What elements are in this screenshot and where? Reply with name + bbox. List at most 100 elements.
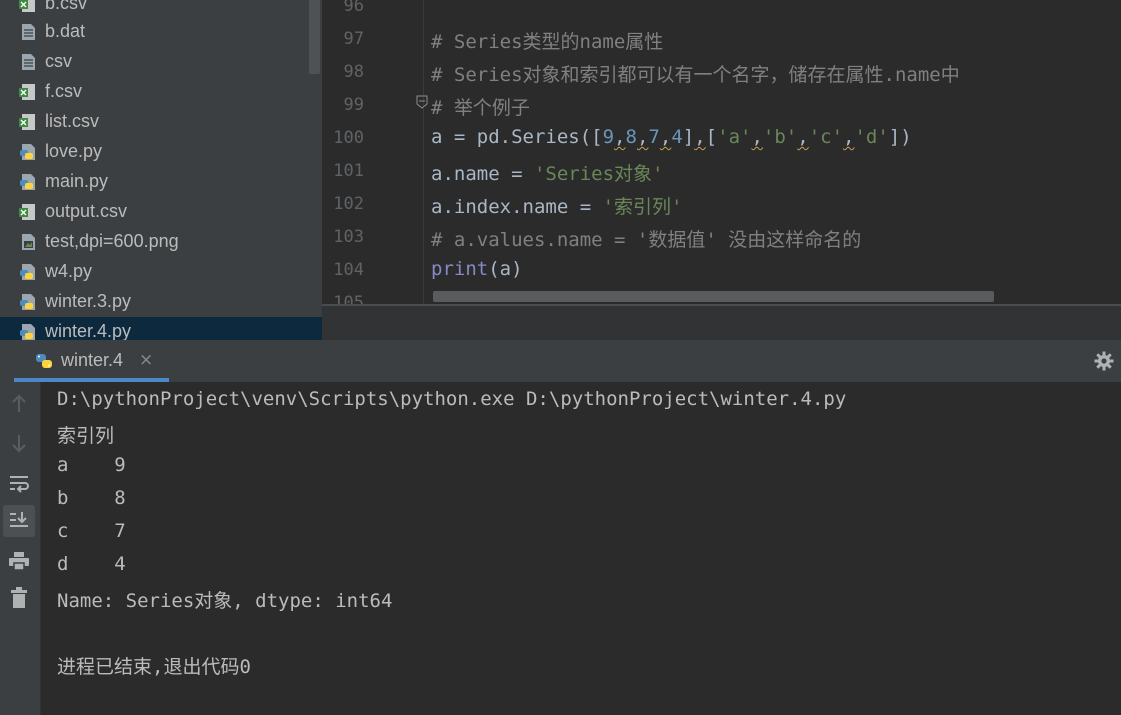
console-line: a 9 bbox=[57, 454, 126, 476]
image-file-icon bbox=[22, 234, 35, 250]
code-token: a = pd.Series([ bbox=[431, 126, 603, 148]
code-builtin: print bbox=[431, 258, 489, 280]
code-comma-warning: , bbox=[614, 126, 626, 148]
file-item-winter4-py[interactable]: winter.4.py bbox=[0, 317, 322, 340]
code-token: [ bbox=[705, 126, 718, 148]
file-label: test,dpi=600.png bbox=[45, 231, 179, 251]
file-label: w4.py bbox=[45, 261, 93, 281]
file-label: b.csv bbox=[45, 0, 88, 13]
code-string: 'c' bbox=[808, 126, 844, 148]
console-line: c 7 bbox=[57, 520, 126, 542]
console-line: b 8 bbox=[57, 487, 126, 509]
file-label: list.csv bbox=[45, 111, 99, 131]
python-icon bbox=[36, 354, 52, 368]
panel-splitter[interactable] bbox=[322, 304, 1121, 342]
python-file-icon bbox=[20, 144, 35, 160]
file-label: f.csv bbox=[45, 81, 83, 101]
text-file-icon bbox=[22, 54, 35, 70]
editor-horizontal-scrollbar[interactable] bbox=[433, 291, 994, 302]
tree-scrollbar[interactable] bbox=[309, 0, 320, 74]
code-line-97: # Series类型的name属性 bbox=[431, 31, 664, 53]
file-label: winter.4.py bbox=[45, 321, 132, 340]
line-number: 102 bbox=[333, 194, 364, 214]
line-number: 101 bbox=[333, 161, 364, 181]
code-number: 9 bbox=[602, 126, 615, 148]
file-item-test-png[interactable]: test,dpi=600.png bbox=[0, 227, 322, 257]
code-comma-warning: , bbox=[751, 126, 763, 148]
file-item-list-csv[interactable]: list.csv bbox=[0, 107, 322, 137]
code-comma-warning: , bbox=[659, 126, 672, 148]
gear-icon[interactable] bbox=[1094, 351, 1114, 371]
code-line-102: a.index.name = '索引列' bbox=[431, 192, 682, 219]
run-tab-winter4[interactable]: winter.4 × bbox=[14, 340, 169, 382]
project-file-tree: b.csv b.dat csv f.csv list.csv love.py m… bbox=[0, 0, 322, 340]
code-string: '索引列' bbox=[602, 196, 683, 218]
fold-marker-icon[interactable] bbox=[416, 95, 428, 109]
file-item-b-dat[interactable]: b.dat bbox=[0, 17, 322, 47]
up-arrow-icon[interactable] bbox=[3, 388, 35, 420]
code-line-103: # a.values.name = '数据值' 没由这样命名的 bbox=[431, 229, 862, 251]
console-line: d 4 bbox=[57, 553, 126, 575]
code-token: ] bbox=[682, 126, 695, 148]
python-file-icon bbox=[20, 324, 35, 340]
file-item-winter3-py[interactable]: winter.3.py bbox=[0, 287, 322, 317]
file-label: love.py bbox=[45, 141, 103, 161]
code-token: ]) bbox=[888, 126, 912, 148]
file-item-main-py[interactable]: main.py bbox=[0, 167, 322, 197]
run-toolbar bbox=[0, 382, 41, 715]
console-line: 进程已结束,退出代码0 bbox=[57, 656, 251, 678]
code-string: 'Series对象' bbox=[533, 163, 664, 185]
csv-file-icon bbox=[19, 0, 35, 12]
code-comma-warning: , bbox=[797, 126, 809, 148]
line-number: 100 bbox=[333, 128, 364, 148]
code-token: (a) bbox=[488, 258, 523, 280]
down-arrow-icon[interactable] bbox=[3, 427, 35, 459]
run-tab-label: winter.4 bbox=[61, 350, 124, 370]
file-item-csv[interactable]: csv bbox=[0, 47, 322, 77]
file-label: main.py bbox=[45, 171, 109, 191]
code-token: a.name = bbox=[431, 163, 534, 185]
code-comma-warning: , bbox=[694, 126, 706, 148]
print-icon[interactable] bbox=[3, 545, 35, 577]
python-file-icon bbox=[20, 264, 35, 280]
file-label: winter.3.py bbox=[45, 291, 132, 311]
text-file-icon bbox=[22, 24, 35, 40]
file-item-love-py[interactable]: love.py bbox=[0, 137, 322, 167]
file-item-output-csv[interactable]: output.csv bbox=[0, 197, 322, 227]
line-number: 98 bbox=[343, 62, 364, 82]
code-line-99: # 举个例子 bbox=[431, 97, 530, 119]
file-label: b.dat bbox=[45, 21, 86, 41]
code-line-104: print(a) bbox=[431, 258, 523, 280]
scroll-to-end-icon[interactable] bbox=[3, 505, 35, 537]
code-string: 'd' bbox=[854, 126, 889, 148]
console-line: D:\pythonProject\venv\Scripts\python.exe… bbox=[57, 388, 847, 410]
line-number: 99 bbox=[343, 95, 364, 115]
file-item-w4-py[interactable]: w4.py bbox=[0, 257, 322, 287]
code-number: 4 bbox=[671, 126, 683, 148]
code-line-100: a = pd.Series([9,8,7,4],['a','b','c','d'… bbox=[431, 126, 912, 148]
code-string: 'b' bbox=[762, 126, 798, 148]
console-output[interactable]: D:\pythonProject\venv\Scripts\python.exe… bbox=[41, 382, 1121, 715]
code-editor[interactable]: 96 97 98 99 100 101 102 103 104 105 # Se… bbox=[322, 0, 1121, 304]
console-line: Name: Series对象, dtype: int64 bbox=[57, 590, 393, 612]
close-icon[interactable]: × bbox=[139, 350, 153, 370]
python-file-icon bbox=[20, 294, 35, 310]
csv-file-icon bbox=[19, 84, 35, 100]
file-item-f-csv[interactable]: f.csv bbox=[0, 77, 322, 107]
line-number: 104 bbox=[333, 260, 364, 280]
csv-file-icon bbox=[19, 114, 35, 130]
soft-wrap-icon[interactable] bbox=[3, 468, 35, 500]
line-number: 103 bbox=[333, 227, 364, 247]
line-number: 105 bbox=[333, 293, 364, 304]
code-line-101: a.name = 'Series对象' bbox=[431, 159, 663, 186]
console-line: 索引列 bbox=[57, 425, 115, 447]
file-label: output.csv bbox=[45, 201, 128, 221]
run-tab-bar: winter.4 × bbox=[0, 340, 1121, 382]
line-number: 96 bbox=[343, 0, 364, 16]
file-label: csv bbox=[45, 51, 72, 71]
code-line-98: # Series对象和索引都可以有一个名字，储存在属性.name中 bbox=[431, 64, 960, 86]
code-string: 'a' bbox=[717, 126, 752, 148]
trash-icon[interactable] bbox=[3, 582, 35, 614]
python-file-icon bbox=[20, 174, 35, 190]
code-token: a.index.name = bbox=[431, 196, 603, 218]
